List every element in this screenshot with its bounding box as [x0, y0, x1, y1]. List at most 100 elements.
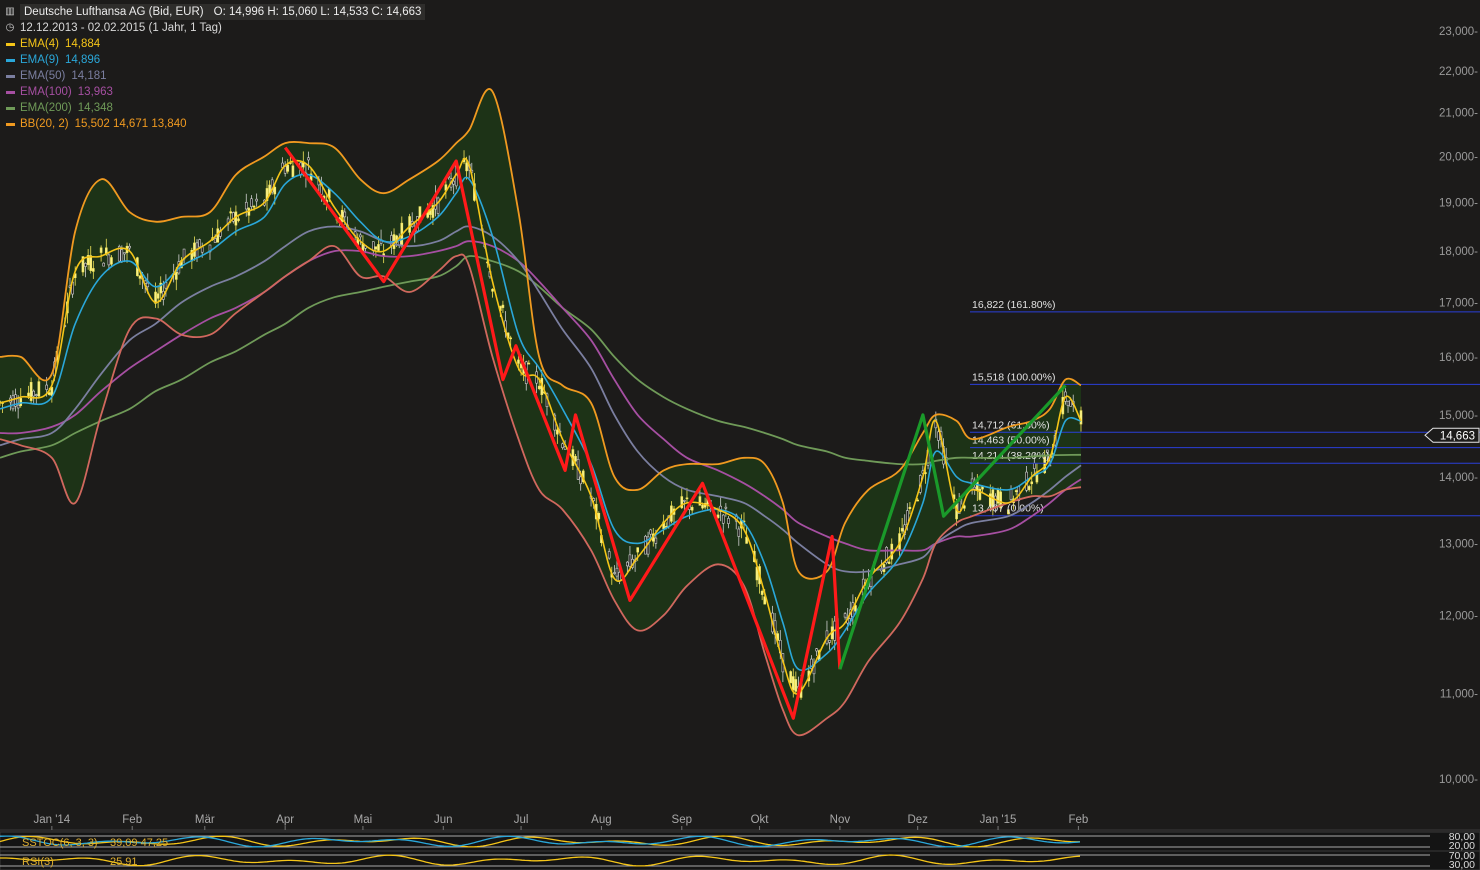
candle-body — [34, 394, 38, 396]
candle-body — [110, 257, 113, 265]
y-tick-label: 13,000- — [1439, 538, 1478, 550]
legend-indicator[interactable]: EMA(9) 14,896 — [4, 52, 425, 68]
candle-body — [255, 198, 258, 202]
x-tick-label: Feb — [122, 814, 142, 826]
legend-swatch — [6, 90, 15, 94]
candle-body — [92, 268, 95, 272]
candle-body — [843, 613, 847, 618]
candle-body — [887, 561, 891, 564]
candle-body — [517, 359, 520, 364]
legend-swatch — [6, 74, 15, 78]
candle-body — [491, 288, 494, 292]
candle-body — [174, 271, 178, 280]
candle-body — [452, 180, 455, 185]
oscillator-panel — [0, 831, 1480, 852]
x-tick-label: Jan '14 — [33, 814, 70, 826]
legend-swatch — [6, 42, 15, 46]
legend-label: EMA(100) — [20, 86, 72, 98]
x-tick-label: Okt — [751, 814, 770, 826]
y-tick-label: 10,000- — [1439, 774, 1478, 786]
candle-body — [19, 398, 23, 406]
candle-body — [120, 249, 124, 263]
candle-body — [1066, 400, 1070, 406]
legend-label: BB(20, 2) — [20, 118, 69, 130]
candle-body — [156, 293, 160, 299]
oscillator-values: 39,09 47,25 — [110, 837, 168, 849]
candle-body — [102, 262, 105, 267]
candle-body — [791, 676, 795, 691]
legend-indicator[interactable]: EMA(50) 14,181 — [4, 68, 425, 84]
candle-body — [828, 640, 831, 643]
legend-swatch — [6, 58, 15, 62]
legend-indicator[interactable]: BB(20, 2) 15,502 14,671 13,840 — [4, 116, 425, 132]
legend-label: EMA(200) — [20, 102, 72, 114]
x-tick-label: Mai — [354, 814, 373, 826]
candle-body — [701, 504, 704, 509]
legend-value: 14,348 — [77, 102, 113, 114]
candle-body — [107, 254, 111, 266]
candle-body — [789, 671, 792, 684]
y-tick-label: 12,000- — [1439, 610, 1478, 622]
last-price-tag: 14,663 — [1424, 427, 1480, 443]
candle-body — [374, 246, 378, 250]
candle-body — [685, 497, 689, 500]
oscillator-label: SSTOC(6, 3, 3) — [22, 837, 98, 849]
candle-body — [579, 476, 582, 485]
instrument-title: Deutsche Lufthansa AG (Bid, EUR) — [20, 4, 208, 20]
candle-body — [343, 211, 347, 218]
x-tick-label: Sep — [672, 814, 692, 826]
candle-body — [556, 429, 559, 435]
candle-body — [286, 164, 290, 172]
candle-body — [138, 275, 142, 279]
legend-indicator[interactable]: EMA(4) 14,884 — [4, 36, 425, 52]
candle-body — [234, 211, 238, 226]
candle-body — [11, 395, 15, 410]
x-tick-label: Jan '15 — [980, 814, 1017, 826]
x-tick-label: Feb — [1068, 814, 1088, 826]
oscillator-values: 25,91 — [110, 856, 138, 868]
candle-body — [649, 529, 652, 535]
candle-body — [123, 252, 126, 255]
candle-body — [683, 500, 686, 502]
x-tick-label: Nov — [830, 814, 851, 826]
date-range: 12.12.2013 - 02.02.2015 (1 Jahr, 1 Tag) — [20, 22, 222, 34]
candle-body — [537, 385, 541, 390]
fib-label: 15,518 (100.00%) — [972, 371, 1055, 383]
y-tick-label: 18,000- — [1439, 246, 1478, 258]
legend-value: 15,502 14,671 13,840 — [74, 118, 187, 130]
candle-body — [698, 496, 702, 506]
candle-body — [229, 211, 233, 214]
candle-body — [37, 381, 41, 397]
candle-body — [436, 197, 440, 214]
candle-body — [916, 499, 919, 502]
legend-indicator[interactable]: EMA(200) 14,348 — [4, 100, 425, 116]
legend-label: EMA(4) — [20, 38, 59, 50]
y-tick-label: 16,000- — [1439, 352, 1478, 364]
candle-body — [1033, 462, 1036, 469]
candle-body — [890, 543, 894, 560]
legend-range-row: ◷ 12.12.2013 - 02.02.2015 (1 Jahr, 1 Tag… — [4, 20, 425, 36]
candle-body — [128, 245, 131, 249]
candle-body — [527, 362, 531, 365]
candle-body — [27, 392, 30, 397]
legend-indicator[interactable]: EMA(100) 13,963 — [4, 84, 425, 100]
y-tick-label: 20,000- — [1439, 152, 1478, 164]
candle-body — [618, 572, 621, 582]
candle-body — [721, 514, 725, 524]
candle-body — [654, 537, 658, 544]
oscillator-label: RSI(3) — [22, 856, 54, 868]
candle-body — [291, 165, 295, 178]
candle-body — [690, 507, 694, 511]
y-tick-label: 11,000- — [1440, 688, 1478, 700]
candle-body — [613, 572, 616, 574]
candle-body — [1009, 488, 1013, 500]
x-tick-label: Mär — [195, 814, 215, 826]
y-tick-label: 22,000- — [1439, 66, 1478, 78]
candle-body — [900, 528, 904, 532]
candle-body — [1030, 481, 1034, 485]
candle-body — [273, 186, 277, 195]
candle-body — [509, 337, 512, 340]
candle-body — [501, 304, 505, 308]
candle-body — [252, 205, 256, 208]
candle-body — [198, 239, 201, 248]
